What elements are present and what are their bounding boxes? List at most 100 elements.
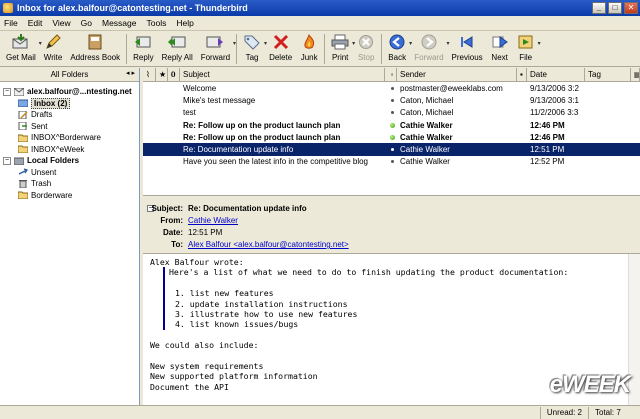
message-list: ⌇ ★ 𝟎 Subject ◦ Sender ▪ Date Tag ▤ Welc… <box>143 68 640 196</box>
menu-file[interactable]: File <box>4 18 18 28</box>
read-dot-icon[interactable] <box>391 148 394 152</box>
close-button[interactable]: ✕ <box>624 2 638 14</box>
toolbar-separator <box>381 34 383 64</box>
message-row[interactable]: Re: Documentation update info Cathie Walk… <box>143 143 640 156</box>
sender-column-header[interactable]: Sender <box>397 68 517 81</box>
tag-button[interactable]: Tag ▾ <box>239 34 267 66</box>
star-icon: ★ <box>159 70 167 79</box>
read-status-cell <box>385 160 397 164</box>
message-row[interactable]: test Caton, Michael 11/2/2006 3:3 <box>143 107 640 119</box>
print-button[interactable]: Print ▾ <box>327 34 355 66</box>
previous-icon <box>458 34 476 50</box>
stop-button[interactable]: Stop <box>353 34 379 66</box>
toolbar: Get Mail ▾ Write Address Book Reply Repl… <box>0 31 640 67</box>
folder-inbox-eweek[interactable]: INBOX^eWeek <box>18 144 139 156</box>
attachment-column-header[interactable]: 𝟎 <box>168 68 180 81</box>
folder-unsent[interactable]: Unsent <box>18 167 139 179</box>
address-book-button[interactable]: Address Book <box>66 34 124 66</box>
folder-trash[interactable]: Trash <box>18 178 139 190</box>
message-row[interactable]: Have you seen the latest info in the com… <box>143 156 640 168</box>
next-button[interactable]: Next <box>487 34 513 66</box>
message-row[interactable]: Welcome postmaster@eweeklabs.com 9/13/2006… <box>143 82 640 94</box>
folder-inbox-borderware[interactable]: INBOX^Borderware <box>18 132 139 144</box>
sender-cell: Caton, Michael <box>400 95 454 105</box>
reply-all-button[interactable]: Reply All <box>158 34 197 66</box>
next-icon <box>491 34 509 50</box>
back-button[interactable]: Back ▾ <box>384 34 412 66</box>
dropdown-arrow-icon[interactable]: ▾ <box>538 40 541 47</box>
dropdown-arrow-icon[interactable]: ▾ <box>233 40 236 47</box>
date-cell: 12:46 PM <box>530 120 565 130</box>
from-link[interactable]: Cathie Walker <box>188 216 238 225</box>
read-status-icon: ◦ <box>390 70 394 79</box>
account-folder[interactable]: − alex.balfour@...ntesting.net <box>3 86 139 98</box>
unread-dot-icon[interactable] <box>390 122 395 128</box>
reply-icon <box>134 34 152 50</box>
body-line: 1. list new features <box>175 288 274 299</box>
read-column-header[interactable]: ◦ <box>385 68 397 81</box>
read-dot-icon[interactable] <box>391 86 394 90</box>
toolbar-separator <box>236 34 238 64</box>
tag-icon <box>243 34 261 50</box>
write-button[interactable]: Write <box>40 34 67 66</box>
read-status-cell <box>385 148 397 152</box>
menu-view[interactable]: View <box>52 18 70 28</box>
get-mail-button[interactable]: Get Mail ▾ <box>2 34 42 66</box>
unread-dot-icon[interactable] <box>390 134 395 140</box>
subject-column-header[interactable]: Subject <box>180 68 385 81</box>
delete-icon <box>272 34 290 50</box>
body-line: Here's a list of what we need to do to f… <box>169 267 569 278</box>
message-header-pane: − Subject: Re: Documentation update info… <box>143 201 640 254</box>
date-cell: 9/13/2006 3:2 <box>530 83 579 93</box>
read-dot-icon[interactable] <box>391 111 394 115</box>
collapse-icon[interactable]: − <box>3 87 11 96</box>
collapse-icon[interactable]: − <box>3 156 11 165</box>
maximize-button[interactable]: □ <box>608 2 622 14</box>
delete-button[interactable]: Delete <box>265 34 296 66</box>
menu-help[interactable]: Help <box>176 18 193 28</box>
star-column-header[interactable]: ★ <box>156 68 168 81</box>
junk-button[interactable]: Junk <box>296 34 322 66</box>
eweek-watermark: eWEEK <box>549 371 631 398</box>
message-row[interactable]: Re: Follow up on the product launch plan… <box>143 131 640 143</box>
message-row[interactable]: Re: Follow up on the product launch plan… <box>143 119 640 131</box>
subject-cell: test <box>183 108 196 118</box>
junk-column-header[interactable]: ▪ <box>517 68 527 81</box>
thread-icon: ⌇ <box>146 70 150 79</box>
previous-button[interactable]: Previous <box>448 34 487 66</box>
folder-view-arrows[interactable]: ◂ ▸ <box>126 69 135 77</box>
unsent-icon <box>18 168 28 175</box>
column-picker-icon: ▤ <box>634 70 639 79</box>
status-bar: Unread: 2 Total: 7 <box>0 405 640 419</box>
thread-column-header[interactable]: ⌇ <box>143 68 156 81</box>
to-link[interactable]: Alex Balfour <alex.balfour@catontesting.… <box>188 240 349 249</box>
menu-bar: File Edit View Go Message Tools Help <box>0 16 640 31</box>
forward-button[interactable]: Forward ▾ <box>197 34 236 66</box>
menu-edit[interactable]: Edit <box>28 18 43 28</box>
read-dot-icon[interactable] <box>391 160 394 164</box>
folder-inbox[interactable]: Inbox (2) <box>18 97 139 110</box>
tag-column-header[interactable]: Tag <box>585 68 631 81</box>
message-row[interactable]: Mike's test message Caton, Michael 9/13/20… <box>143 94 640 106</box>
to-label: To: <box>171 240 183 249</box>
date-cell: 12:52 PM <box>530 157 565 167</box>
menu-message[interactable]: Message <box>102 18 137 28</box>
forward-nav-button[interactable]: Forward ▾ <box>410 34 450 66</box>
read-dot-icon[interactable] <box>391 98 394 102</box>
minimize-button[interactable]: _ <box>592 2 606 14</box>
reply-button[interactable]: Reply <box>129 34 157 66</box>
folder-sent[interactable]: Sent <box>18 121 139 133</box>
folder-pane: All Folders ◂ ▸ − alex.balfour@...ntesti… <box>0 68 140 405</box>
column-picker[interactable]: ▤ <box>631 68 640 81</box>
menu-tools[interactable]: Tools <box>146 18 166 28</box>
sender-cell: Cathie Walker <box>400 145 450 155</box>
folder-borderware[interactable]: Borderware <box>18 190 139 202</box>
folder-drafts[interactable]: Drafts <box>18 109 139 121</box>
menu-go[interactable]: Go <box>81 18 92 28</box>
local-folders[interactable]: − Local Folders <box>3 155 139 167</box>
folder-pane-header[interactable]: All Folders ◂ ▸ <box>0 68 139 82</box>
file-button[interactable]: File ▾ <box>513 34 541 66</box>
stop-icon <box>357 34 375 50</box>
date-column-header[interactable]: Date <box>527 68 585 81</box>
sender-cell: Cathie Walker <box>400 120 453 130</box>
